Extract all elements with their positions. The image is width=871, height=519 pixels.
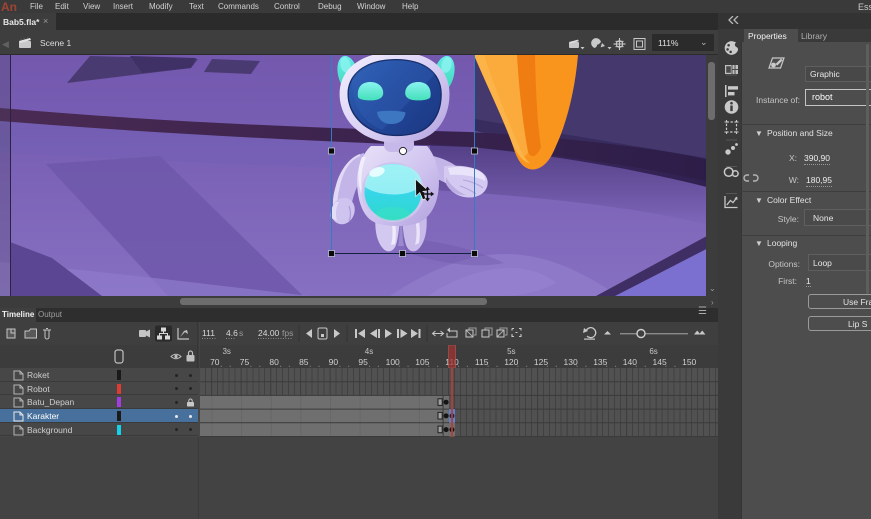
svg-text:95: 95: [358, 357, 368, 367]
svg-text:70: 70: [210, 357, 220, 367]
svg-text:s: s: [239, 328, 243, 338]
svg-text:130: 130: [564, 357, 578, 367]
svg-text:140: 140: [623, 357, 637, 367]
svg-text:145: 145: [653, 357, 667, 367]
svg-text:111: 111: [202, 328, 215, 338]
svg-text:3s: 3s: [222, 347, 230, 356]
svg-text:115: 115: [475, 357, 489, 367]
svg-text:100: 100: [386, 357, 400, 367]
svg-text:135: 135: [593, 357, 607, 367]
svg-text:80: 80: [269, 357, 279, 367]
svg-text:85: 85: [299, 357, 309, 367]
svg-text:24.00: 24.00: [258, 328, 280, 338]
svg-text:4.6: 4.6: [226, 328, 238, 338]
svg-text:105: 105: [415, 357, 429, 367]
svg-text:120: 120: [504, 357, 518, 367]
svg-text:6s: 6s: [649, 347, 657, 356]
svg-text:125: 125: [534, 357, 548, 367]
svg-text:5s: 5s: [507, 347, 515, 356]
svg-text:75: 75: [240, 357, 250, 367]
svg-text:4s: 4s: [365, 347, 373, 356]
svg-text:90: 90: [329, 357, 339, 367]
svg-text:fps: fps: [282, 328, 293, 338]
svg-text:150: 150: [682, 357, 696, 367]
